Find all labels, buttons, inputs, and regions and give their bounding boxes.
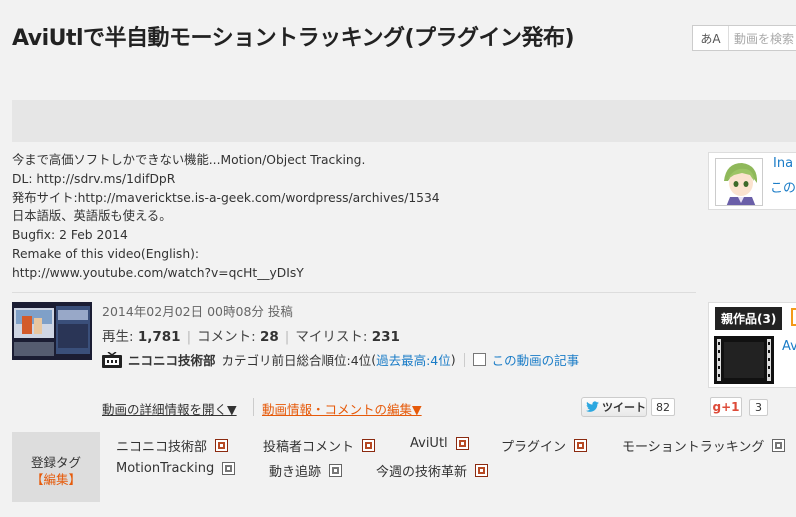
comments-label: コメント:: [197, 329, 256, 345]
tag-link[interactable]: ニコニコ技術部: [116, 436, 207, 455]
dictionary-icon[interactable]: [215, 439, 229, 452]
channel-tv-icon: [102, 351, 122, 368]
views-count: 1,781: [137, 329, 181, 345]
dictionary-icon[interactable]: [222, 462, 236, 475]
tag-item[interactable]: AviUtl: [410, 436, 469, 451]
video-thumbnail[interactable]: [12, 302, 92, 360]
ranking-best-link[interactable]: 過去最高:4位: [376, 350, 451, 369]
dictionary-icon[interactable]: [574, 439, 588, 452]
description-line: DL: http://sdrv.ms/1difDpR: [12, 171, 176, 186]
uploader-secondary-link[interactable]: この: [770, 177, 796, 196]
post-date: 2014年02月02日 00時08分 投稿: [102, 304, 293, 319]
tweet-count: 82: [651, 398, 675, 416]
stats-separator: |: [186, 329, 192, 345]
uploader-name-link[interactable]: Ina: [773, 156, 793, 171]
gplus-count: 3: [749, 399, 768, 416]
tag-link[interactable]: MotionTracking: [116, 461, 214, 476]
section-divider: [12, 292, 696, 293]
player-bar: [12, 100, 796, 142]
video-title: AviUtlで半自動モーショントラッキング(プラグイン発布): [12, 26, 575, 51]
search-input[interactable]: あA 動画を検索: [692, 25, 796, 51]
tag-link[interactable]: 投稿者コメント: [263, 436, 354, 455]
tweet-button[interactable]: ツイート: [581, 397, 647, 417]
video-stats: 再生: 1,781 | コメント: 28 | マイリスト: 231: [102, 325, 400, 345]
article-icon: [472, 353, 486, 366]
description-line: Bugfix: 2 Feb 2014: [12, 228, 128, 243]
ime-mode-indicator[interactable]: あA: [693, 26, 729, 50]
tweet-label: ツイート: [602, 401, 646, 414]
tags-edit-link[interactable]: 【編集】: [12, 469, 100, 488]
description-line: http://www.youtube.com/watch?v=qcHt__yDI…: [12, 265, 304, 280]
tag-link[interactable]: AviUtl: [410, 436, 448, 451]
parent-work-thumbnail[interactable]: [714, 336, 774, 384]
mylists-count: 231: [371, 329, 400, 345]
dictionary-icon[interactable]: [772, 439, 786, 452]
views-label: 再生:: [102, 329, 134, 345]
tag-link[interactable]: プラグイン: [501, 436, 566, 455]
dictionary-icon[interactable]: [455, 437, 469, 450]
parent-work-link[interactable]: Av: [782, 339, 796, 354]
video-article-link[interactable]: この動画の記事: [492, 350, 580, 369]
tag-link[interactable]: 今週の技術革新: [376, 461, 467, 480]
stats-separator: |: [284, 329, 290, 345]
parent-works-label[interactable]: 親作品(3): [715, 307, 783, 330]
video-description: 今まで高価ソフトしかできない機能...Motion/Object Trackin…: [12, 151, 440, 283]
description-line: 日本語版、英語版も使える。: [12, 209, 172, 224]
search-placeholder: 動画を検索: [734, 31, 795, 46]
tag-link[interactable]: 動き追跡: [269, 461, 321, 480]
link-separator: [253, 398, 254, 416]
edit-info-link[interactable]: 動画情報・コメントの編集▼: [262, 399, 422, 418]
channel-row: ニコニコ技術部 カテゴリ前日総合順位:4位 (過去最高:4位) この動画の記事: [102, 350, 579, 369]
tag-item[interactable]: ニコニコ技術部: [116, 436, 229, 455]
dictionary-icon[interactable]: [362, 439, 376, 452]
dictionary-icon[interactable]: [329, 464, 343, 477]
tag-item[interactable]: プラグイン: [501, 436, 588, 455]
dictionary-icon[interactable]: [475, 464, 489, 477]
gplus-button[interactable]: g+1: [710, 397, 742, 417]
twitter-bird-icon: [586, 401, 599, 412]
ranking-paren-close: ): [450, 352, 456, 367]
uploader-avatar[interactable]: [715, 158, 763, 206]
parent-tab-edge: [791, 308, 796, 326]
tag-item[interactable]: MotionTracking: [116, 461, 236, 476]
comments-count: 28: [259, 329, 279, 345]
ranking-text: カテゴリ前日総合順位:4位: [221, 353, 372, 368]
tag-item[interactable]: 動き追跡: [269, 461, 343, 480]
tag-item[interactable]: 今週の技術革新: [376, 461, 489, 480]
description-line: 発布サイト:http://mavericktse.is-a-geek.com/w…: [12, 190, 440, 205]
mylists-label: マイリスト:: [295, 329, 368, 345]
description-line: 今まで高価ソフトしかできない機能...Motion/Object Trackin…: [12, 153, 366, 167]
vertical-separator: [463, 352, 465, 367]
description-line: Remake of this video(English):: [12, 246, 200, 261]
open-details-link[interactable]: 動画の詳細情報を開く▼: [102, 399, 237, 418]
tag-item[interactable]: 投稿者コメント: [263, 436, 376, 455]
tag-item[interactable]: モーショントラッキング: [622, 436, 786, 455]
tag-link[interactable]: モーショントラッキング: [622, 436, 764, 455]
channel-name-link[interactable]: ニコニコ技術部: [128, 350, 216, 369]
